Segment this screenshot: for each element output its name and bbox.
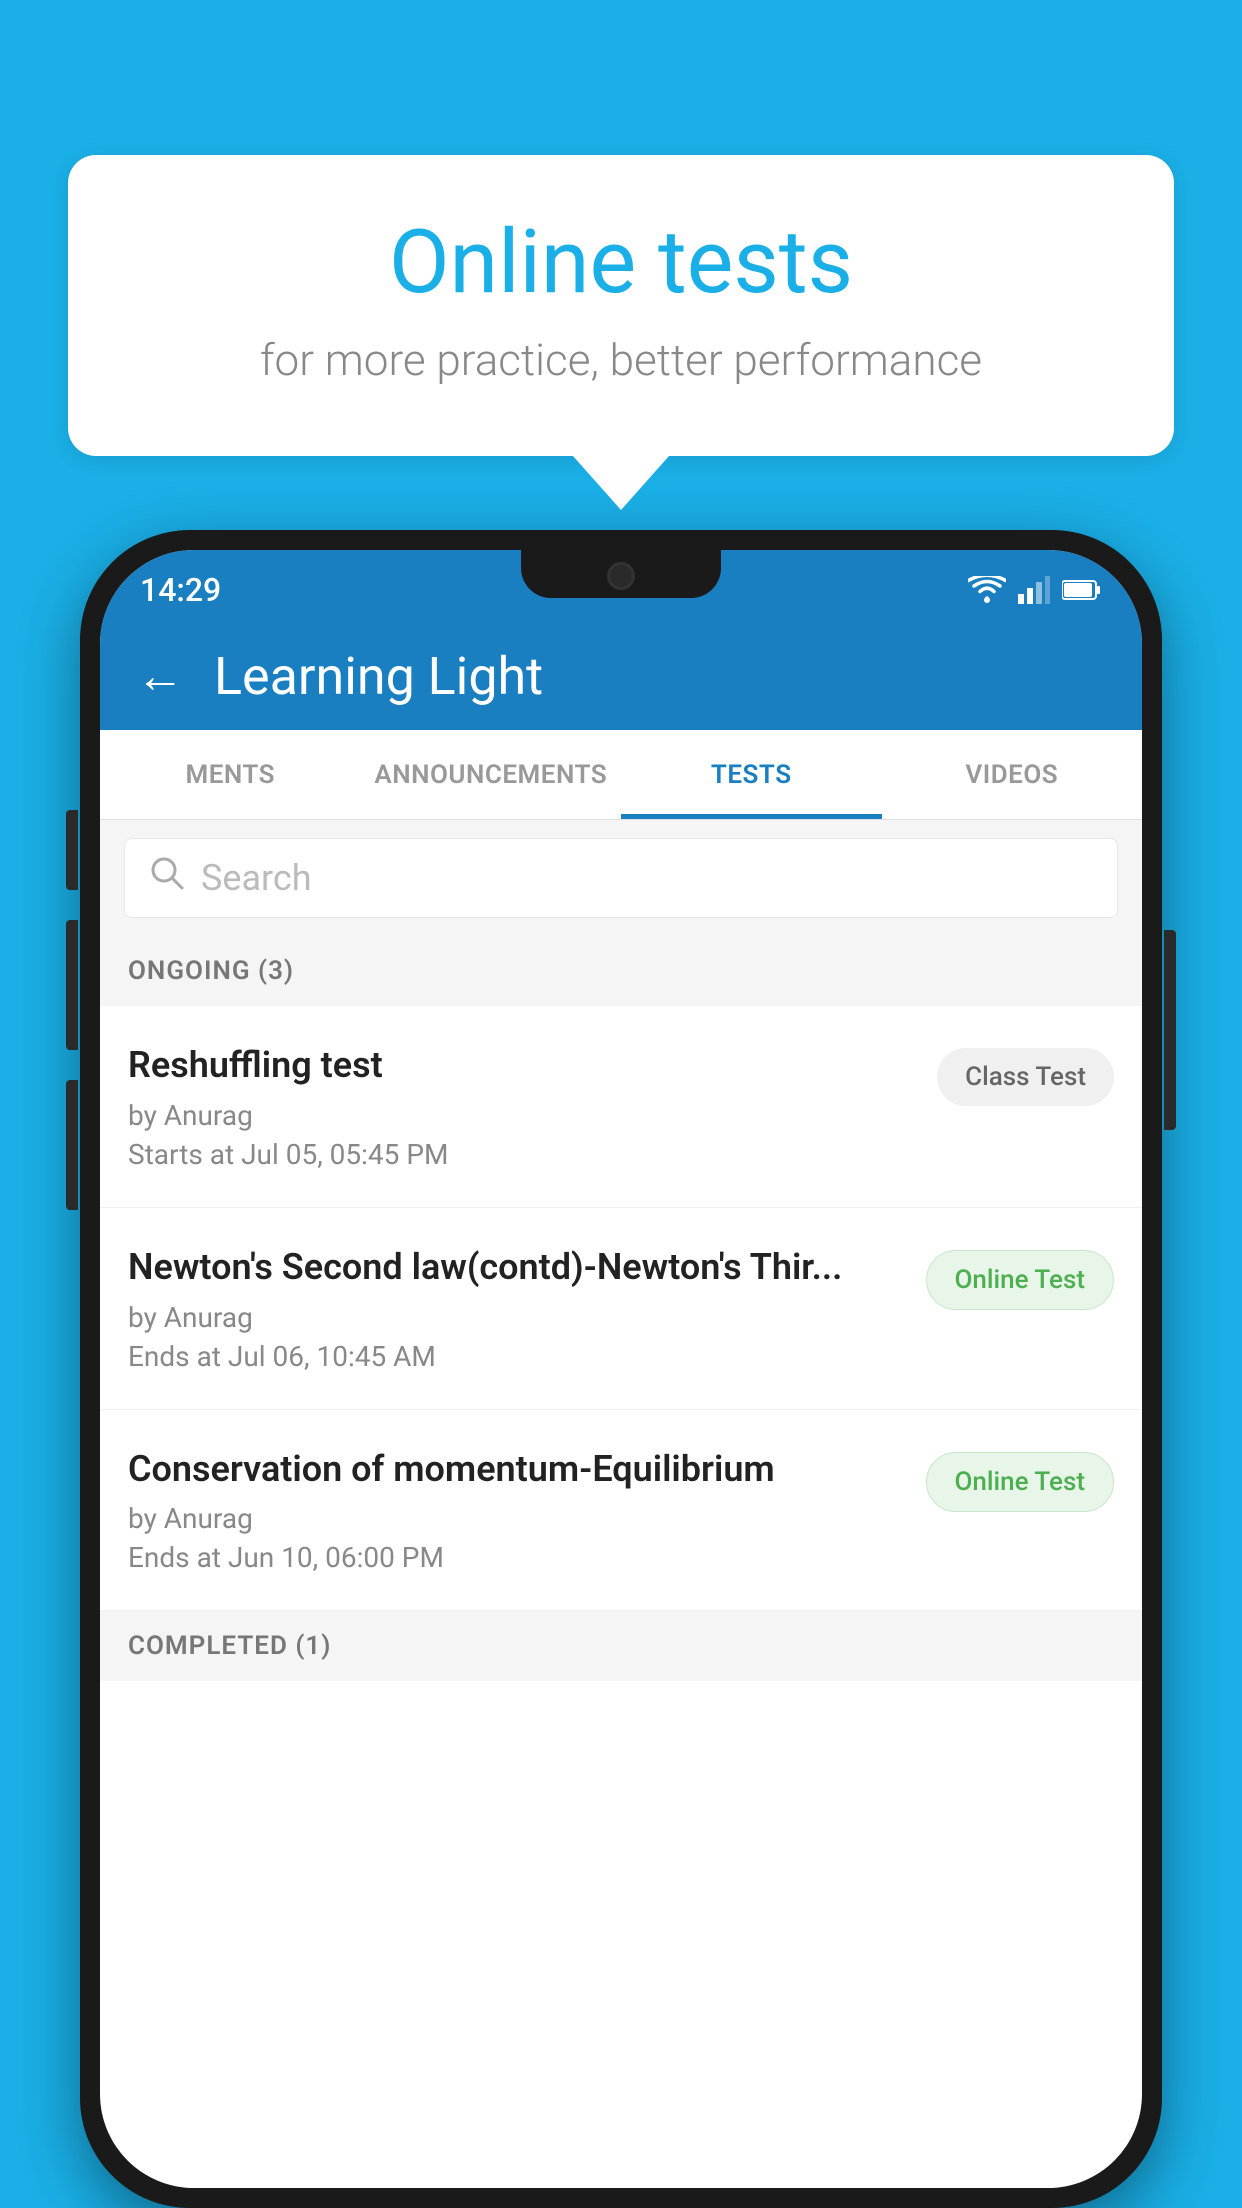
wifi-icon — [968, 576, 1006, 604]
test-date: Ends at Jun 10, 06:00 PM — [128, 1541, 906, 1574]
phone-power-button — [1164, 930, 1176, 1130]
section-ongoing-label: ONGOING (3) — [128, 956, 294, 986]
test-badge-online: Online Test — [926, 1452, 1115, 1512]
signal-icon — [1018, 576, 1050, 604]
tests-list: Reshuffling test by Anurag Starts at Jul… — [100, 1006, 1142, 1611]
battery-icon — [1062, 579, 1102, 601]
tabs-bar: MENTS ANNOUNCEMENTS TESTS VIDEOS — [100, 730, 1142, 820]
test-date: Ends at Jul 06, 10:45 AM — [128, 1340, 906, 1373]
search-placeholder: Search — [201, 857, 312, 899]
section-completed-header: COMPLETED (1) — [100, 1611, 1142, 1681]
section-ongoing-header: ONGOING (3) — [100, 936, 1142, 1006]
tab-videos[interactable]: VIDEOS — [882, 730, 1143, 819]
speech-bubble-container: Online tests for more practice, better p… — [68, 155, 1174, 510]
search-bar-container: Search — [100, 820, 1142, 936]
test-author: by Anurag — [128, 1301, 906, 1334]
phone-volume-up — [66, 810, 78, 890]
back-button[interactable]: ← — [136, 652, 184, 700]
speech-bubble-title: Online tests — [148, 215, 1094, 312]
test-badge-class: Class Test — [937, 1048, 1114, 1106]
test-info: Conservation of momentum-Equilibrium by … — [128, 1446, 926, 1575]
section-completed-label: COMPLETED (1) — [128, 1631, 331, 1661]
tab-announcements[interactable]: ANNOUNCEMENTS — [361, 730, 622, 819]
phone-camera — [607, 562, 635, 590]
phone-volume-down-2 — [66, 1080, 78, 1210]
speech-bubble-arrow — [573, 456, 669, 510]
test-name: Conservation of momentum-Equilibrium — [128, 1446, 906, 1493]
test-name: Newton's Second law(contd)-Newton's Thir… — [128, 1244, 906, 1291]
app-title: Learning Light — [214, 646, 543, 707]
test-info: Reshuffling test by Anurag Starts at Jul… — [128, 1042, 937, 1171]
speech-bubble-subtitle: for more practice, better performance — [148, 334, 1094, 386]
test-author: by Anurag — [128, 1502, 906, 1535]
phone-volume-down-1 — [66, 920, 78, 1050]
test-date: Starts at Jul 05, 05:45 PM — [128, 1138, 917, 1171]
status-icons — [968, 576, 1102, 604]
test-badge-online: Online Test — [926, 1250, 1115, 1310]
search-bar[interactable]: Search — [124, 838, 1118, 918]
phone-notch — [521, 550, 721, 598]
test-item[interactable]: Newton's Second law(contd)-Newton's Thir… — [100, 1208, 1142, 1410]
test-info: Newton's Second law(contd)-Newton's Thir… — [128, 1244, 926, 1373]
test-item[interactable]: Reshuffling test by Anurag Starts at Jul… — [100, 1006, 1142, 1208]
tab-tests[interactable]: TESTS — [621, 730, 882, 819]
test-author: by Anurag — [128, 1099, 917, 1132]
search-icon — [149, 855, 185, 901]
phone-frame: 14:29 — [80, 530, 1162, 2208]
app-header: ← Learning Light — [100, 622, 1142, 730]
speech-bubble: Online tests for more practice, better p… — [68, 155, 1174, 456]
tab-ments[interactable]: MENTS — [100, 730, 361, 819]
phone-screen: 14:29 — [100, 550, 1142, 2188]
test-name: Reshuffling test — [128, 1042, 917, 1089]
test-item[interactable]: Conservation of momentum-Equilibrium by … — [100, 1410, 1142, 1612]
status-time: 14:29 — [140, 571, 221, 609]
